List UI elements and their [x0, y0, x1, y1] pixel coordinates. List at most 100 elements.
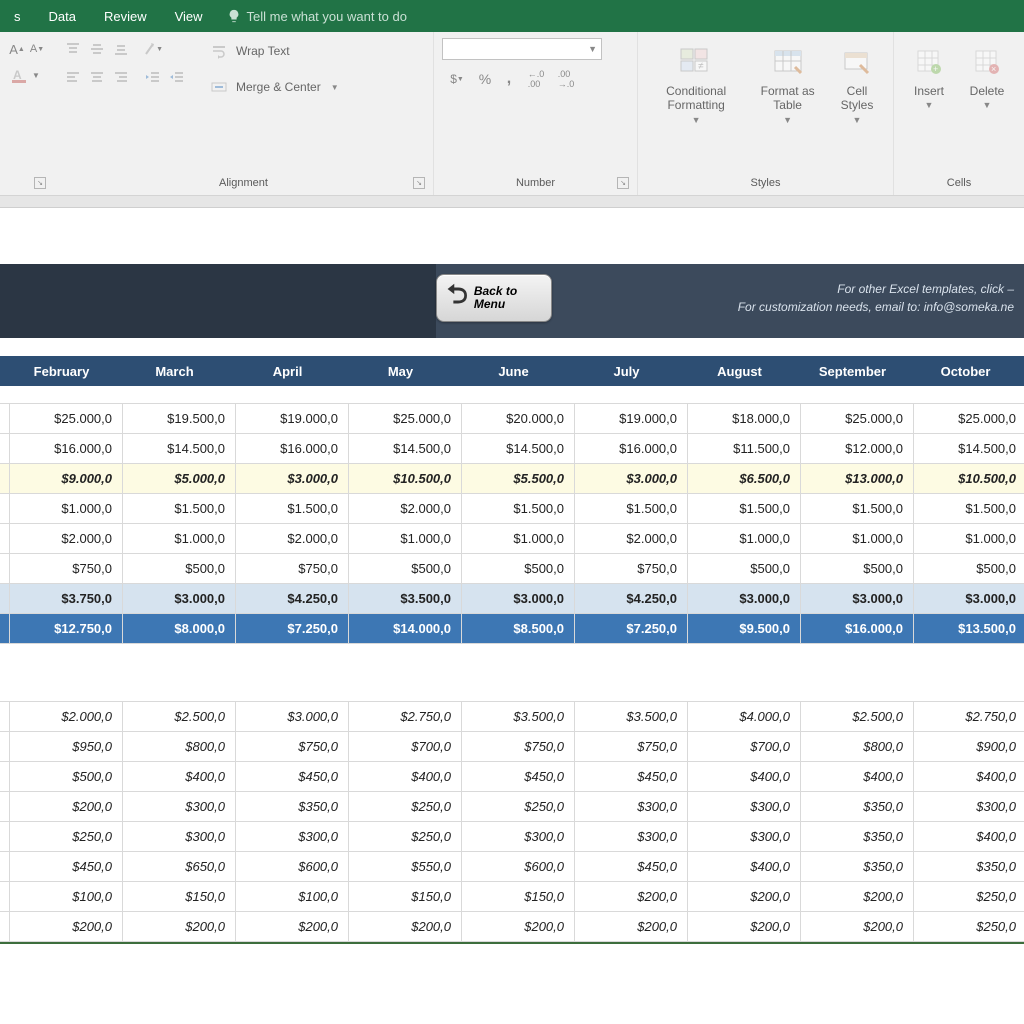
font-color-icon[interactable]: A: [8, 64, 30, 86]
data-cell[interactable]: $1.000,0: [123, 524, 236, 553]
data-cell[interactable]: $750,0: [462, 732, 575, 761]
data-cell[interactable]: $14.500,0: [349, 434, 462, 463]
data-cell[interactable]: $3.500,0: [575, 702, 688, 731]
data-cell[interactable]: $750,0: [236, 732, 349, 761]
data-cell[interactable]: $300,0: [914, 792, 1024, 821]
data-cell[interactable]: $500,0: [801, 554, 914, 583]
data-cell[interactable]: $300,0: [688, 822, 801, 851]
dropdown-caret-icon[interactable]: ▼: [32, 71, 40, 80]
data-row[interactable]: $2.000,0$2.500,0$3.000,0$2.750,0$3.500,0…: [0, 702, 1024, 732]
data-cell[interactable]: $2.000,0: [349, 494, 462, 523]
data-cell[interactable]: $800,0: [123, 732, 236, 761]
data-cell[interactable]: $1.500,0: [462, 494, 575, 523]
ribbon-tab-truncated[interactable]: s: [0, 0, 35, 32]
data-cell[interactable]: $200,0: [462, 912, 575, 941]
align-left-icon[interactable]: [62, 66, 84, 88]
align-top-icon[interactable]: [62, 38, 84, 60]
data-cell[interactable]: $25.000,0: [801, 404, 914, 433]
data-cell[interactable]: $1.000,0: [914, 524, 1024, 553]
dialog-launcher-icon[interactable]: ↘: [413, 177, 425, 189]
data-cell[interactable]: $13.000,0: [801, 464, 914, 493]
data-row[interactable]: $12.750,0$8.000,0$7.250,0$14.000,0$8.500…: [0, 614, 1024, 644]
data-cell[interactable]: $250,0: [914, 882, 1024, 911]
align-middle-icon[interactable]: [86, 38, 108, 60]
data-cell[interactable]: $150,0: [349, 882, 462, 911]
data-cell[interactable]: $200,0: [688, 882, 801, 911]
dialog-launcher-icon[interactable]: ↘: [617, 177, 629, 189]
data-cell[interactable]: $3.000,0: [688, 584, 801, 613]
data-cell[interactable]: $1.500,0: [123, 494, 236, 523]
data-cell[interactable]: $14.500,0: [462, 434, 575, 463]
data-cell[interactable]: $19.000,0: [236, 404, 349, 433]
data-cell[interactable]: $350,0: [236, 792, 349, 821]
data-cell[interactable]: $300,0: [123, 792, 236, 821]
data-cell[interactable]: $2.000,0: [10, 524, 123, 553]
data-cell[interactable]: $250,0: [10, 822, 123, 851]
data-cell[interactable]: $250,0: [349, 792, 462, 821]
data-cell[interactable]: $200,0: [688, 912, 801, 941]
worksheet-area[interactable]: ⮌ Back to Menu For other Excel templates…: [0, 208, 1024, 944]
data-cell[interactable]: $150,0: [123, 882, 236, 911]
data-cell[interactable]: $7.250,0: [236, 614, 349, 643]
data-row[interactable]: $100,0$150,0$100,0$150,0$150,0$200,0$200…: [0, 882, 1024, 912]
data-row[interactable]: $9.000,0$5.000,0$3.000,0$10.500,0$5.500,…: [0, 464, 1024, 494]
increase-indent-icon[interactable]: [166, 66, 188, 88]
align-center-icon[interactable]: [86, 66, 108, 88]
back-to-menu-button[interactable]: ⮌ Back to Menu: [436, 274, 552, 322]
orientation-icon[interactable]: ▼: [142, 38, 164, 60]
data-cell[interactable]: $7.250,0: [575, 614, 688, 643]
data-cell[interactable]: $500,0: [462, 554, 575, 583]
data-cell[interactable]: $700,0: [688, 732, 801, 761]
data-cell[interactable]: $450,0: [462, 762, 575, 791]
data-cell[interactable]: $300,0: [688, 792, 801, 821]
data-cell[interactable]: $750,0: [236, 554, 349, 583]
data-cell[interactable]: $250,0: [914, 912, 1024, 941]
data-cell[interactable]: $16.000,0: [236, 434, 349, 463]
ribbon-tab-review[interactable]: Review: [90, 0, 161, 32]
data-cell[interactable]: $25.000,0: [349, 404, 462, 433]
data-cell[interactable]: $600,0: [236, 852, 349, 881]
data-cell[interactable]: $1.500,0: [914, 494, 1024, 523]
data-cell[interactable]: $800,0: [801, 732, 914, 761]
decrease-indent-icon[interactable]: [142, 66, 164, 88]
data-cell[interactable]: $350,0: [801, 852, 914, 881]
comma-format-icon[interactable]: ,: [498, 68, 520, 90]
insert-cells-button[interactable]: + Insert▼: [902, 38, 956, 173]
data-cell[interactable]: $400,0: [914, 762, 1024, 791]
data-cell[interactable]: $19.500,0: [123, 404, 236, 433]
ribbon-tab-view[interactable]: View: [161, 0, 217, 32]
data-cell[interactable]: $350,0: [801, 822, 914, 851]
data-cell[interactable]: $13.500,0: [914, 614, 1024, 643]
data-cell[interactable]: $950,0: [10, 732, 123, 761]
data-cell[interactable]: $400,0: [914, 822, 1024, 851]
increase-decimal-icon[interactable]: ←.0.00: [522, 68, 550, 90]
data-row[interactable]: $450,0$650,0$600,0$550,0$600,0$450,0$400…: [0, 852, 1024, 882]
data-cell[interactable]: $4.250,0: [575, 584, 688, 613]
wrap-text-button[interactable]: Wrap Text: [204, 38, 343, 64]
data-cell[interactable]: $300,0: [236, 822, 349, 851]
data-cell[interactable]: $2.750,0: [914, 702, 1024, 731]
align-bottom-icon[interactable]: [110, 38, 132, 60]
data-cell[interactable]: $12.750,0: [10, 614, 123, 643]
data-cell[interactable]: $19.000,0: [575, 404, 688, 433]
data-row[interactable]: $16.000,0$14.500,0$16.000,0$14.500,0$14.…: [0, 434, 1024, 464]
percent-format-icon[interactable]: %: [474, 68, 496, 90]
data-cell[interactable]: $14.500,0: [914, 434, 1024, 463]
align-right-icon[interactable]: [110, 66, 132, 88]
data-cell[interactable]: $2.750,0: [349, 702, 462, 731]
data-row[interactable]: $750,0$500,0$750,0$500,0$500,0$750,0$500…: [0, 554, 1024, 584]
data-row[interactable]: $2.000,0$1.000,0$2.000,0$1.000,0$1.000,0…: [0, 524, 1024, 554]
data-cell[interactable]: $11.500,0: [688, 434, 801, 463]
data-cell[interactable]: $500,0: [123, 554, 236, 583]
data-cell[interactable]: $200,0: [123, 912, 236, 941]
data-cell[interactable]: $3.000,0: [462, 584, 575, 613]
data-cell[interactable]: $200,0: [10, 912, 123, 941]
data-cell[interactable]: $100,0: [236, 882, 349, 911]
data-cell[interactable]: $20.000,0: [462, 404, 575, 433]
data-cell[interactable]: $14.000,0: [349, 614, 462, 643]
data-cell[interactable]: $5.000,0: [123, 464, 236, 493]
data-cell[interactable]: $3.000,0: [914, 584, 1024, 613]
conditional-formatting-button[interactable]: ≠ Conditional Formatting▼: [646, 38, 746, 129]
data-cell[interactable]: $1.000,0: [462, 524, 575, 553]
data-cell[interactable]: $3.000,0: [575, 464, 688, 493]
